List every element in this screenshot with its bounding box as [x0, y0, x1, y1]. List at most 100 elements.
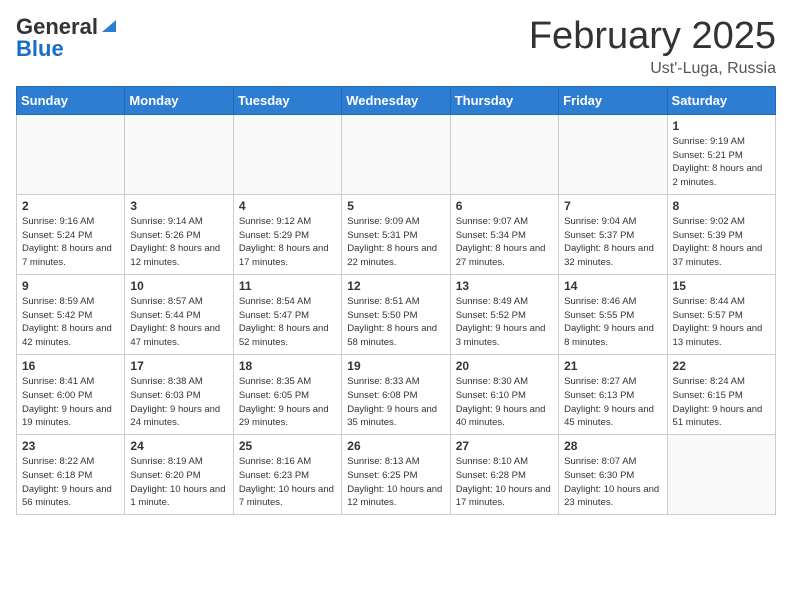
calendar-day-cell: 22Sunrise: 8:24 AM Sunset: 6:15 PM Dayli…: [667, 354, 775, 434]
day-number: 5: [347, 199, 444, 213]
calendar-day-cell: [342, 114, 450, 194]
day-number: 15: [673, 279, 770, 293]
title-block: February 2025 Ust'-Luga, Russia: [529, 16, 776, 78]
day-number: 12: [347, 279, 444, 293]
day-number: 11: [239, 279, 336, 293]
day-number: 6: [456, 199, 553, 213]
day-info: Sunrise: 9:09 AM Sunset: 5:31 PM Dayligh…: [347, 215, 444, 270]
day-number: 8: [673, 199, 770, 213]
day-number: 13: [456, 279, 553, 293]
day-number: 17: [130, 359, 227, 373]
day-info: Sunrise: 8:41 AM Sunset: 6:00 PM Dayligh…: [22, 375, 119, 430]
day-number: 16: [22, 359, 119, 373]
calendar-day-cell: [125, 114, 233, 194]
day-info: Sunrise: 9:02 AM Sunset: 5:39 PM Dayligh…: [673, 215, 770, 270]
calendar-day-cell: [233, 114, 341, 194]
day-info: Sunrise: 9:14 AM Sunset: 5:26 PM Dayligh…: [130, 215, 227, 270]
calendar-day-cell: 28Sunrise: 8:07 AM Sunset: 6:30 PM Dayli…: [559, 435, 667, 515]
weekday-header-tuesday: Tuesday: [233, 86, 341, 114]
calendar-day-cell: 18 Sunrise: 8:35 AM Sunset: 6:05 PM Dayli…: [233, 354, 341, 434]
day-number: 1: [673, 119, 770, 133]
calendar-day-cell: [450, 114, 558, 194]
day-info: Sunrise: 8:10 AM Sunset: 6:28 PM Dayligh…: [456, 455, 553, 510]
day-number: 3: [130, 199, 227, 213]
calendar-day-cell: 3 Sunrise: 9:14 AM Sunset: 5:26 PM Daylig…: [125, 194, 233, 274]
day-info: Sunrise: 8:54 AM Sunset: 5:47 PM Dayligh…: [239, 295, 336, 350]
calendar-day-cell: 9Sunrise: 8:59 AM Sunset: 5:42 PM Daylig…: [17, 274, 125, 354]
calendar-day-cell: 10 Sunrise: 8:57 AM Sunset: 5:44 PM Dayli…: [125, 274, 233, 354]
calendar-day-cell: 1Sunrise: 9:19 AM Sunset: 5:21 PM Daylig…: [667, 114, 775, 194]
calendar-day-cell: 24 Sunrise: 8:19 AM Sunset: 6:20 PM Dayli…: [125, 435, 233, 515]
calendar-table: SundayMondayTuesdayWednesdayThursdayFrid…: [16, 86, 776, 515]
day-number: 26: [347, 439, 444, 453]
day-number: 25: [239, 439, 336, 453]
calendar-day-cell: [667, 435, 775, 515]
day-info: Sunrise: 8:59 AM Sunset: 5:42 PM Dayligh…: [22, 295, 119, 350]
logo: General Blue: [16, 16, 118, 60]
day-info: Sunrise: 9:16 AM Sunset: 5:24 PM Dayligh…: [22, 215, 119, 270]
calendar-week-row: 23 Sunrise: 8:22 AM Sunset: 6:18 PM Dayli…: [17, 435, 776, 515]
day-info: Sunrise: 8:16 AM Sunset: 6:23 PM Dayligh…: [239, 455, 336, 510]
day-info: Sunrise: 8:57 AM Sunset: 5:44 PM Dayligh…: [130, 295, 227, 350]
day-info: Sunrise: 9:12 AM Sunset: 5:29 PM Dayligh…: [239, 215, 336, 270]
calendar-day-cell: 16 Sunrise: 8:41 AM Sunset: 6:00 PM Dayli…: [17, 354, 125, 434]
day-number: 27: [456, 439, 553, 453]
calendar-day-cell: 5 Sunrise: 9:09 AM Sunset: 5:31 PM Daylig…: [342, 194, 450, 274]
day-info: Sunrise: 8:19 AM Sunset: 6:20 PM Dayligh…: [130, 455, 227, 510]
calendar-week-row: 16 Sunrise: 8:41 AM Sunset: 6:00 PM Dayli…: [17, 354, 776, 434]
calendar-week-row: 1Sunrise: 9:19 AM Sunset: 5:21 PM Daylig…: [17, 114, 776, 194]
day-info: Sunrise: 8:46 AM Sunset: 5:55 PM Dayligh…: [564, 295, 661, 350]
calendar-day-cell: 7 Sunrise: 9:04 AM Sunset: 5:37 PM Daylig…: [559, 194, 667, 274]
day-info: Sunrise: 9:04 AM Sunset: 5:37 PM Dayligh…: [564, 215, 661, 270]
calendar-week-row: 2 Sunrise: 9:16 AM Sunset: 5:24 PM Daylig…: [17, 194, 776, 274]
day-number: 7: [564, 199, 661, 213]
calendar-day-cell: 6 Sunrise: 9:07 AM Sunset: 5:34 PM Daylig…: [450, 194, 558, 274]
weekday-header-sunday: Sunday: [17, 86, 125, 114]
weekday-header-friday: Friday: [559, 86, 667, 114]
calendar-day-cell: 19Sunrise: 8:33 AM Sunset: 6:08 PM Dayli…: [342, 354, 450, 434]
day-info: Sunrise: 8:33 AM Sunset: 6:08 PM Dayligh…: [347, 375, 444, 430]
day-number: 28: [564, 439, 661, 453]
day-info: Sunrise: 8:38 AM Sunset: 6:03 PM Dayligh…: [130, 375, 227, 430]
weekday-header-thursday: Thursday: [450, 86, 558, 114]
calendar-week-row: 9Sunrise: 8:59 AM Sunset: 5:42 PM Daylig…: [17, 274, 776, 354]
calendar-day-cell: 23 Sunrise: 8:22 AM Sunset: 6:18 PM Dayli…: [17, 435, 125, 515]
month-title: February 2025: [529, 16, 776, 58]
day-info: Sunrise: 9:07 AM Sunset: 5:34 PM Dayligh…: [456, 215, 553, 270]
day-info: Sunrise: 8:44 AM Sunset: 5:57 PM Dayligh…: [673, 295, 770, 350]
logo-blue-text: Blue: [16, 38, 64, 60]
calendar-day-cell: 26 Sunrise: 8:13 AM Sunset: 6:25 PM Dayli…: [342, 435, 450, 515]
calendar-day-cell: 17 Sunrise: 8:38 AM Sunset: 6:03 PM Dayli…: [125, 354, 233, 434]
day-number: 23: [22, 439, 119, 453]
day-number: 10: [130, 279, 227, 293]
day-number: 18: [239, 359, 336, 373]
calendar-day-cell: 11 Sunrise: 8:54 AM Sunset: 5:47 PM Dayli…: [233, 274, 341, 354]
calendar-day-cell: 2 Sunrise: 9:16 AM Sunset: 5:24 PM Daylig…: [17, 194, 125, 274]
day-info: Sunrise: 8:51 AM Sunset: 5:50 PM Dayligh…: [347, 295, 444, 350]
day-number: 4: [239, 199, 336, 213]
day-info: Sunrise: 8:24 AM Sunset: 6:15 PM Dayligh…: [673, 375, 770, 430]
day-number: 20: [456, 359, 553, 373]
weekday-header-wednesday: Wednesday: [342, 86, 450, 114]
day-info: Sunrise: 8:35 AM Sunset: 6:05 PM Dayligh…: [239, 375, 336, 430]
calendar-day-cell: 4 Sunrise: 9:12 AM Sunset: 5:29 PM Daylig…: [233, 194, 341, 274]
day-info: Sunrise: 8:13 AM Sunset: 6:25 PM Dayligh…: [347, 455, 444, 510]
calendar-day-cell: 21Sunrise: 8:27 AM Sunset: 6:13 PM Dayli…: [559, 354, 667, 434]
logo-icon: [100, 16, 118, 34]
calendar-day-cell: 8 Sunrise: 9:02 AM Sunset: 5:39 PM Daylig…: [667, 194, 775, 274]
day-number: 24: [130, 439, 227, 453]
day-number: 14: [564, 279, 661, 293]
page-header: General Blue February 2025 Ust'-Luga, Ru…: [16, 16, 776, 78]
calendar-day-cell: 12 Sunrise: 8:51 AM Sunset: 5:50 PM Dayli…: [342, 274, 450, 354]
calendar-day-cell: 25 Sunrise: 8:16 AM Sunset: 6:23 PM Dayli…: [233, 435, 341, 515]
day-number: 2: [22, 199, 119, 213]
day-info: Sunrise: 8:49 AM Sunset: 5:52 PM Dayligh…: [456, 295, 553, 350]
day-info: Sunrise: 8:30 AM Sunset: 6:10 PM Dayligh…: [456, 375, 553, 430]
day-info: Sunrise: 8:27 AM Sunset: 6:13 PM Dayligh…: [564, 375, 661, 430]
calendar-header-row: SundayMondayTuesdayWednesdayThursdayFrid…: [17, 86, 776, 114]
calendar-day-cell: 20 Sunrise: 8:30 AM Sunset: 6:10 PM Dayli…: [450, 354, 558, 434]
location-text: Ust'-Luga, Russia: [529, 60, 776, 78]
calendar-day-cell: [17, 114, 125, 194]
calendar-day-cell: 15 Sunrise: 8:44 AM Sunset: 5:57 PM Dayli…: [667, 274, 775, 354]
day-info: Sunrise: 8:22 AM Sunset: 6:18 PM Dayligh…: [22, 455, 119, 510]
